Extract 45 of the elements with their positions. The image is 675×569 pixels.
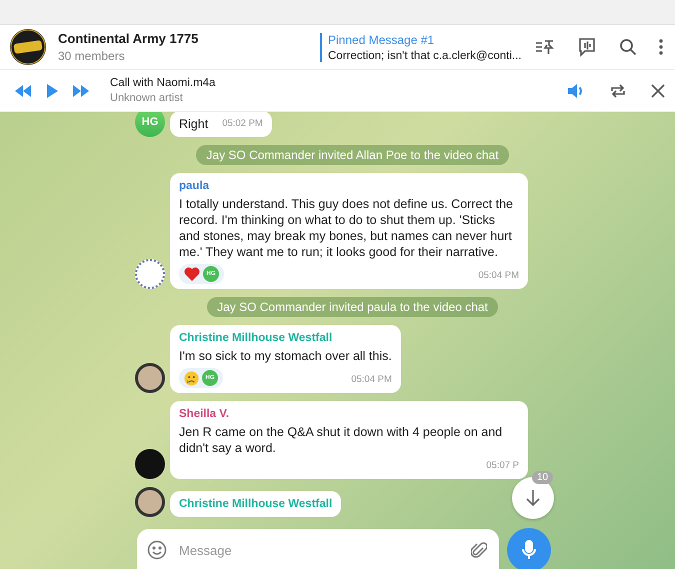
message-time: 05:07 P	[486, 459, 519, 473]
sender-name[interactable]: Christine Millhouse Westfall	[179, 496, 332, 512]
message-text: Right	[179, 116, 208, 132]
close-icon[interactable]	[651, 84, 665, 98]
more-menu-icon[interactable]	[659, 39, 663, 55]
message-composer[interactable]: Message	[137, 529, 499, 569]
sender-name[interactable]: Sheilla V.	[179, 406, 519, 422]
message-text: I'm so sick to my stomach over all this.	[179, 348, 392, 364]
unread-count: 10	[532, 471, 554, 484]
microphone-icon	[521, 540, 537, 560]
fast-forward-icon[interactable]	[72, 84, 90, 96]
user-avatar[interactable]: HG	[135, 112, 165, 137]
user-avatar[interactable]	[135, 363, 165, 393]
member-count: 30 members	[58, 49, 126, 63]
service-message: Jay SO Commander invited paula to the video chat	[207, 297, 498, 317]
message-time: 05:04 PM	[351, 373, 392, 387]
attachment-icon[interactable]	[471, 540, 487, 560]
pinned-message[interactable]: Pinned Message #1 Correction; isn't that c.a.clerk@conti...	[320, 32, 523, 62]
track-title: Call with Naomi.m4a	[110, 77, 216, 89]
volume-icon[interactable]	[567, 82, 585, 98]
arrow-down-icon	[525, 489, 541, 507]
message-time: 05:02 PM	[222, 117, 263, 131]
track-artist: Unknown artist	[110, 92, 184, 104]
service-message: Jay SO Commander invited Allan Poe to the video chat	[196, 145, 509, 165]
user-avatar[interactable]	[135, 449, 165, 479]
message-text: I totally understand. This guy does not define us. Correct the record. I'm thinking on what to do to shut them up. 'Sticks and stones, may break my bones, but names can never hurt me.' They want me to run; it looks good for their narrative.	[179, 196, 514, 260]
pinned-text: Correction; isn't that c.a.clerk@conti...	[328, 50, 522, 62]
sender-name[interactable]: paula	[179, 178, 519, 194]
message-time: 05:04 PM	[478, 269, 519, 283]
search-icon[interactable]	[619, 38, 637, 56]
heart-icon	[184, 267, 200, 281]
sender-name[interactable]: Christine Millhouse Westfall	[179, 330, 392, 346]
message-text: Jen R came on the Q&A shut it down with 4 people on and didn't say a word.	[179, 424, 504, 456]
chat-title: Continental Army 1775	[58, 31, 200, 46]
play-icon[interactable]	[46, 84, 58, 98]
group-avatar[interactable]	[10, 29, 46, 65]
video-chat-icon[interactable]	[577, 37, 597, 57]
repeat-icon[interactable]	[609, 82, 627, 98]
rewind-icon[interactable]	[14, 84, 32, 96]
pinned-label: Pinned Message #1	[328, 32, 436, 46]
microphone-button[interactable]	[507, 528, 551, 569]
user-avatar[interactable]	[135, 487, 165, 517]
emoji-icon[interactable]	[147, 540, 167, 560]
pinned-list-icon[interactable]	[535, 38, 555, 56]
crying-face-icon	[184, 370, 199, 386]
